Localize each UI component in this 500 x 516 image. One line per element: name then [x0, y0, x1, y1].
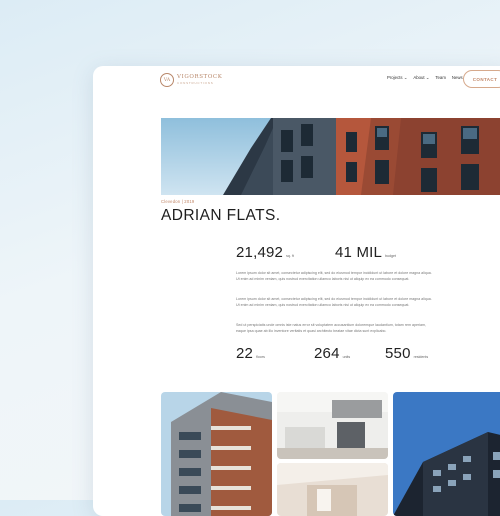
gallery-image-tower[interactable] — [161, 392, 272, 516]
stat-area: 21,492 sq. ft — [236, 244, 294, 261]
description-paragraph: Lorem ipsum dolor sit amet, consectetur … — [236, 271, 432, 281]
project-location: Clevedon | 2019 — [161, 199, 195, 204]
project-page-card: VA VIGORSTOCK CONSTRUCTIONS Projects ⌄ A… — [93, 66, 500, 516]
chevron-down-icon: ⌄ — [425, 75, 430, 80]
hero-image — [161, 118, 500, 195]
brand-logo[interactable]: VA VIGORSTOCK CONSTRUCTIONS — [160, 73, 222, 87]
brand-name: VIGORSTOCK — [177, 74, 223, 81]
description-paragraph: Lorem ipsum dolor sit amet, consectetur … — [236, 297, 432, 307]
contact-button[interactable]: CONTACT — [463, 70, 500, 88]
gallery-image-kitchen[interactable] — [277, 392, 388, 459]
project-title: ADRIAN FLATS. — [161, 207, 281, 224]
chevron-down-icon: ⌄ — [403, 75, 408, 80]
stat-units: 264 units — [314, 345, 351, 362]
nav-item-news[interactable]: News — [452, 75, 463, 81]
stat-floors: 22 floors — [236, 345, 265, 362]
nav-item-projects[interactable]: Projects ⌄ — [387, 75, 407, 81]
description-paragraph: Sed ut perspiciatis unde omnis iste natu… — [236, 323, 426, 333]
logo-mark: VA — [160, 73, 174, 87]
gallery-image-interior[interactable] — [277, 463, 388, 516]
stat-residents: 550 residents — [385, 345, 429, 362]
nav-item-team[interactable]: Team — [435, 75, 446, 81]
gallery-image-facade[interactable] — [393, 392, 500, 516]
main-nav: Projects ⌄ About ⌄ Team News — [387, 75, 463, 81]
brand-tagline: CONSTRUCTIONS — [177, 80, 214, 85]
nav-item-about[interactable]: About ⌄ — [413, 75, 429, 81]
stat-budget: 41 MIL budget — [335, 244, 397, 261]
